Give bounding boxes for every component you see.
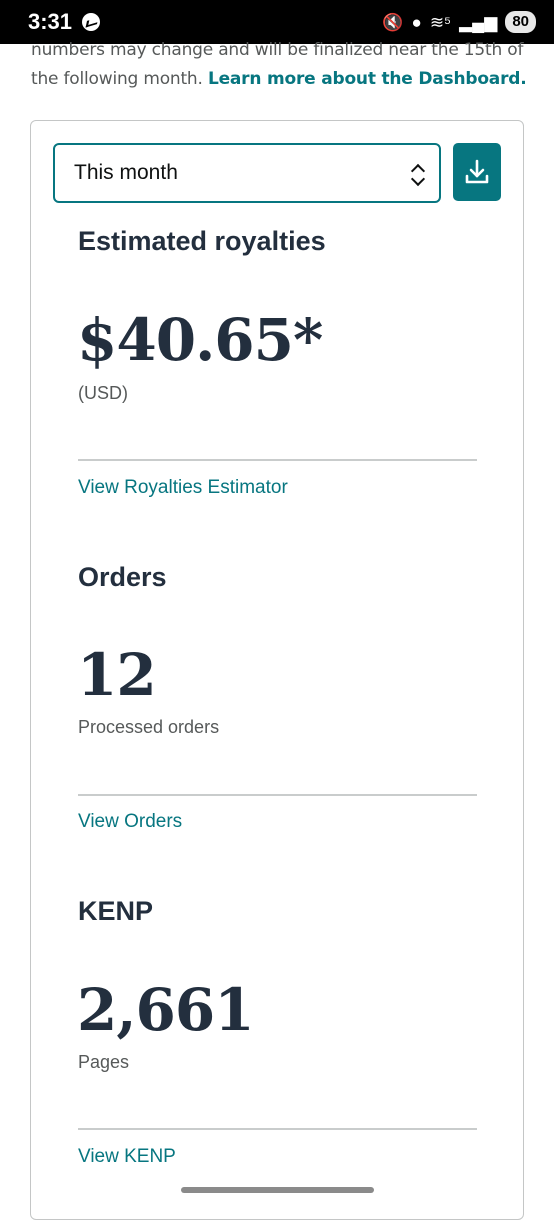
view-kenp-link[interactable]: View KENP: [78, 1146, 176, 1168]
divider: [78, 459, 477, 461]
royalties-value: $40.65*: [77, 306, 323, 374]
royalties-currency: (USD): [78, 383, 128, 403]
messenger-icon: [82, 13, 101, 31]
intro-paragraph: numbers may change and will be finalized…: [31, 36, 531, 94]
orders-label: Processed orders: [78, 717, 220, 737]
view-orders-link[interactable]: View Orders: [78, 811, 182, 833]
download-button[interactable]: [453, 143, 501, 201]
signal-icon: ▂▄▆: [459, 12, 498, 32]
home-indicator[interactable]: [181, 1187, 374, 1193]
status-time: 3:31: [28, 9, 73, 34]
period-select[interactable]: This month: [53, 143, 441, 203]
download-icon: [465, 159, 489, 184]
royalties-title: Estimated royalties: [78, 226, 326, 256]
status-left: 3:31: [28, 9, 101, 35]
kenp-value: 2,661: [77, 976, 255, 1044]
location-icon: ●: [411, 12, 422, 32]
chevron-updown-icon: [410, 162, 426, 187]
battery-icon: 80: [505, 11, 536, 33]
orders-title: Orders: [78, 562, 167, 592]
kenp-title: KENP: [78, 896, 154, 926]
royalties-estimator-link[interactable]: View Royalties Estimator: [78, 477, 288, 499]
divider: [78, 1128, 477, 1130]
wifi-icon: ≋⁵: [429, 12, 452, 32]
orders-value: 12: [77, 641, 157, 709]
divider: [78, 794, 477, 796]
status-right: 🔇 ● ≋⁵ ▂▄▆ 80: [382, 11, 536, 33]
period-select-value: This month: [74, 161, 178, 184]
kenp-label: Pages: [78, 1052, 130, 1072]
learn-more-link[interactable]: Learn more about the Dashboard.: [208, 69, 527, 89]
mute-icon: 🔇: [382, 12, 404, 32]
